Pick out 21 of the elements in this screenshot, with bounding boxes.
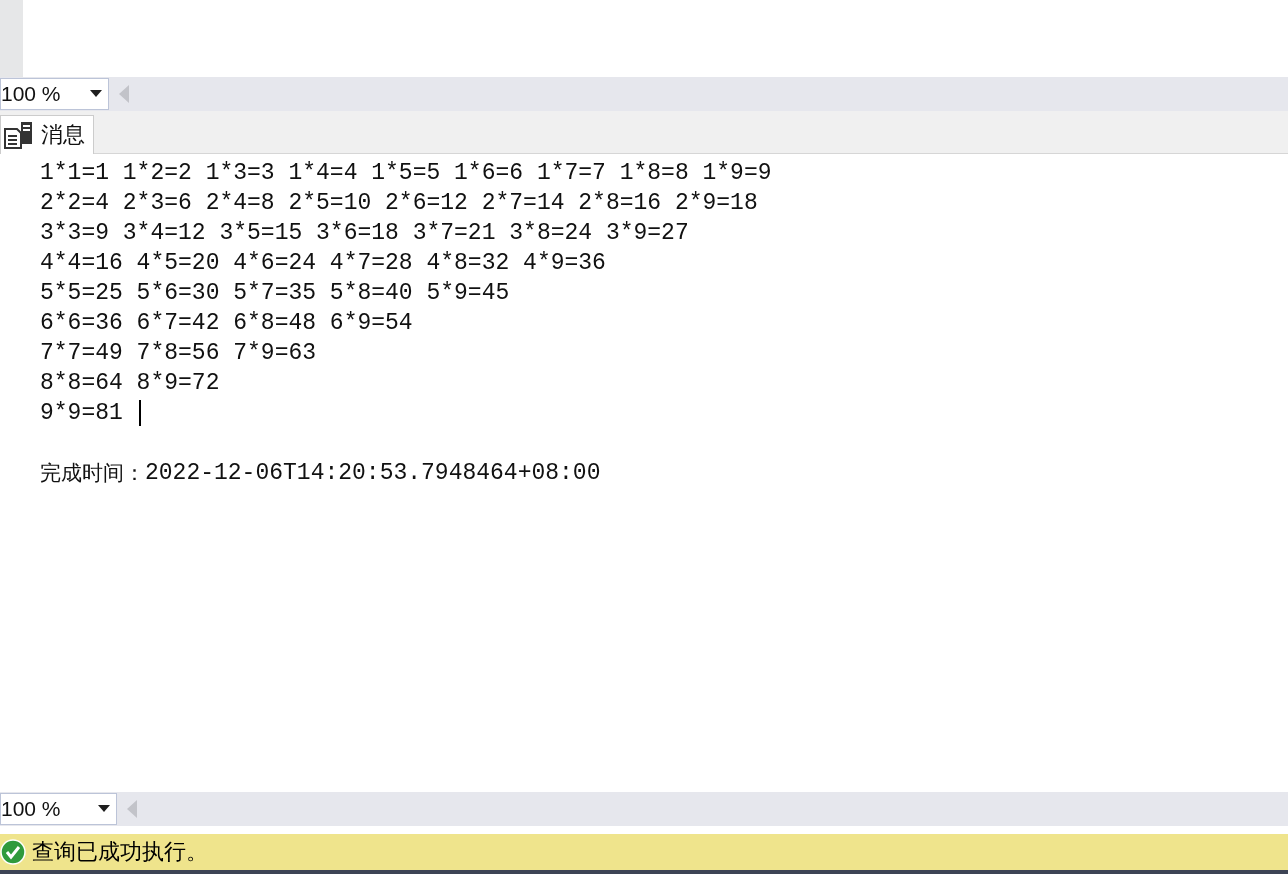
message-line: 8*8=64 8*9=72 xyxy=(40,369,220,398)
message-line: 1*1=1 1*2=2 1*3=3 1*4=4 1*5=5 1*6=6 1*7=7 1*8=8 1*9=9 xyxy=(40,159,772,188)
caret-icon xyxy=(98,805,110,813)
scroll-left-icon[interactable] xyxy=(119,85,129,103)
caret-icon xyxy=(90,90,102,98)
message-line: 3*3=9 3*4=12 3*5=15 3*6=18 3*7=21 3*8=24 3*9=27 xyxy=(40,219,689,248)
message-line: 7*7=49 7*8=56 7*9=63 xyxy=(40,339,317,368)
messages-tab[interactable]: 消息 xyxy=(0,115,94,154)
message-line: 4*4=16 4*5=20 4*6=24 4*7=28 4*8=32 4*9=36 xyxy=(40,249,606,278)
message-line: 5*5=25 5*6=30 5*7=35 5*8=40 5*9=45 xyxy=(40,279,510,308)
completion-label: 完成时间： xyxy=(40,460,145,487)
message-line: 2*2=4 2*3=6 2*4=8 2*5=10 2*6=12 2*7=14 2*8=16 2*9=18 xyxy=(40,189,758,218)
document-icon xyxy=(3,121,35,149)
zoom-dropdown[interactable]: 100 % xyxy=(0,793,117,825)
status-message: 查询已成功执行。 xyxy=(32,838,208,866)
message-line: 9*9=81 xyxy=(40,399,123,428)
zoom-dropdown[interactable]: 100 % xyxy=(0,78,109,110)
scroll-left-icon[interactable] xyxy=(127,800,137,818)
completion-time: 2022-12-06T14:20:53.7948464+08:00 xyxy=(145,459,601,488)
message-line: 6*6=36 6*7=42 6*8=48 6*9=54 xyxy=(40,309,413,338)
text-cursor xyxy=(138,400,141,426)
